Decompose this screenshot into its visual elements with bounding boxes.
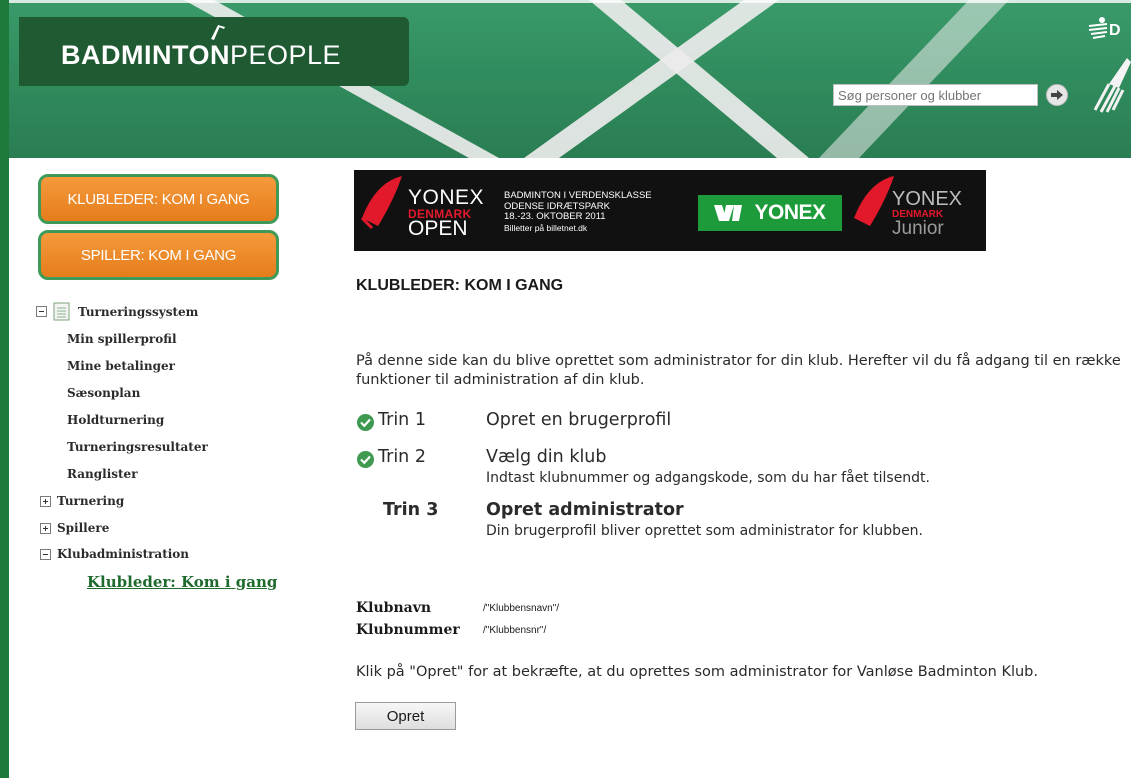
yonex-emblem-icon — [714, 205, 743, 221]
sidebar-item-holdturnering[interactable]: Holdturnering — [67, 413, 164, 427]
intro-text: På denne side kan du blive oprettet som … — [356, 353, 1121, 388]
left-green-strip — [0, 0, 9, 778]
banner-info-line: 18.-23. OKTOBER 2011 — [504, 211, 606, 222]
arrow-right-icon — [1051, 90, 1063, 100]
klubnavn-value: /"Klubbensnavn"/ — [483, 603, 560, 614]
yonex-brand-logo: YONEX — [698, 195, 842, 231]
banner-info-line: BADMINTON I VERDENSKLASSE — [504, 190, 652, 201]
tree-group-label: Turnering — [57, 494, 125, 508]
logo-bold-text: BADMINTON — [61, 40, 230, 70]
step-description: Indtast klubnummer og adgangskode, som d… — [486, 470, 931, 486]
yonex-brand-text: YONEX — [754, 201, 826, 224]
tree-group-label: Spillere — [57, 521, 110, 535]
step-description: Din brugerprofil bliver oprettet som adm… — [486, 523, 924, 539]
banner-open-text: OPEN — [408, 217, 468, 240]
confirm-text: Klik på "Opret" for at bekræfte, at du o… — [356, 664, 1038, 680]
logo-light-text: PEOPLE — [230, 40, 342, 70]
klubnummer-value: /"Klubbensnr"/ — [483, 625, 547, 636]
expand-icon[interactable] — [40, 522, 51, 534]
sidebar-item-turneringsresultater[interactable]: Turneringsresultater — [67, 440, 208, 454]
tree-group-label: Klubadministration — [57, 547, 190, 561]
tree-root-label: Turneringssystem — [78, 304, 199, 319]
banner-junior-text: Junior — [892, 218, 944, 239]
banner-junior: YONEX DENMARK Junior — [892, 188, 962, 240]
tree-group-klubadministration[interactable]: Klubadministration — [40, 547, 189, 561]
step-label: Trin 2 — [378, 447, 426, 467]
step-label: Trin 3 — [383, 500, 439, 520]
check-circle-icon — [357, 451, 374, 468]
expand-icon[interactable] — [40, 495, 51, 507]
klubnavn-label: Klubnavn — [356, 600, 432, 616]
page-title: KLUBLEDER: KOM I GANG — [356, 277, 564, 294]
federation-logo-icon — [1088, 17, 1108, 39]
step-title: Vælg din klub — [486, 447, 607, 467]
sidebar-item-mine-betalinger[interactable]: Mine betalinger — [67, 359, 175, 373]
banner-info-line: Billetter på billetnet.dk — [504, 222, 588, 233]
step-label: Trin 1 — [378, 410, 426, 430]
klubnummer-label: Klubnummer — [356, 622, 460, 638]
shuttlecock-icon — [1093, 58, 1131, 113]
sidebar-item-klubleder-kom-i-gang[interactable]: Klubleder: Kom i gang — [87, 573, 277, 591]
banner-info: BADMINTON I VERDENSKLASSE ODENSE IDRÆTSP… — [504, 190, 652, 233]
document-icon — [53, 302, 70, 321]
tree-group-turnering[interactable]: Turnering — [40, 494, 124, 508]
search-input[interactable] — [833, 84, 1038, 106]
opret-button[interactable]: Opret — [355, 702, 456, 730]
logo[interactable]: BADMINTONPEOPLE — [61, 40, 341, 71]
sidebar-item-min-spillerprofil[interactable]: Min spillerprofil — [67, 332, 177, 346]
sidebar-item-ranglister[interactable]: Ranglister — [67, 467, 138, 481]
step-title: Opret en brugerprofil — [486, 410, 672, 430]
tree-group-spillere[interactable]: Spillere — [40, 521, 109, 535]
banner-junior-yonex: YONEX — [892, 188, 963, 210]
spiller-kom-i-gang-button[interactable]: SPILLER: KOM I GANG — [38, 230, 279, 280]
header: BADMINTONPEOPLE D — [9, 0, 1131, 158]
yonex-banner-ad[interactable]: YONEX DENMARK OPEN BADMINTON I VERDENSKL… — [354, 170, 986, 251]
tree-root-turneringssystem[interactable]: Turneringssystem — [36, 302, 198, 321]
step-title: Opret administrator — [486, 500, 684, 520]
klubleder-kom-i-gang-button[interactable]: KLUBLEDER: KOM I GANG — [38, 174, 279, 224]
collapse-icon[interactable] — [36, 306, 47, 317]
collapse-icon[interactable] — [40, 548, 51, 560]
check-circle-icon — [357, 414, 374, 431]
federation-logo-text: D — [1109, 22, 1121, 39]
sidebar-item-saesonplan[interactable]: Sæsonplan — [67, 386, 140, 400]
search-go-button[interactable] — [1046, 84, 1068, 106]
